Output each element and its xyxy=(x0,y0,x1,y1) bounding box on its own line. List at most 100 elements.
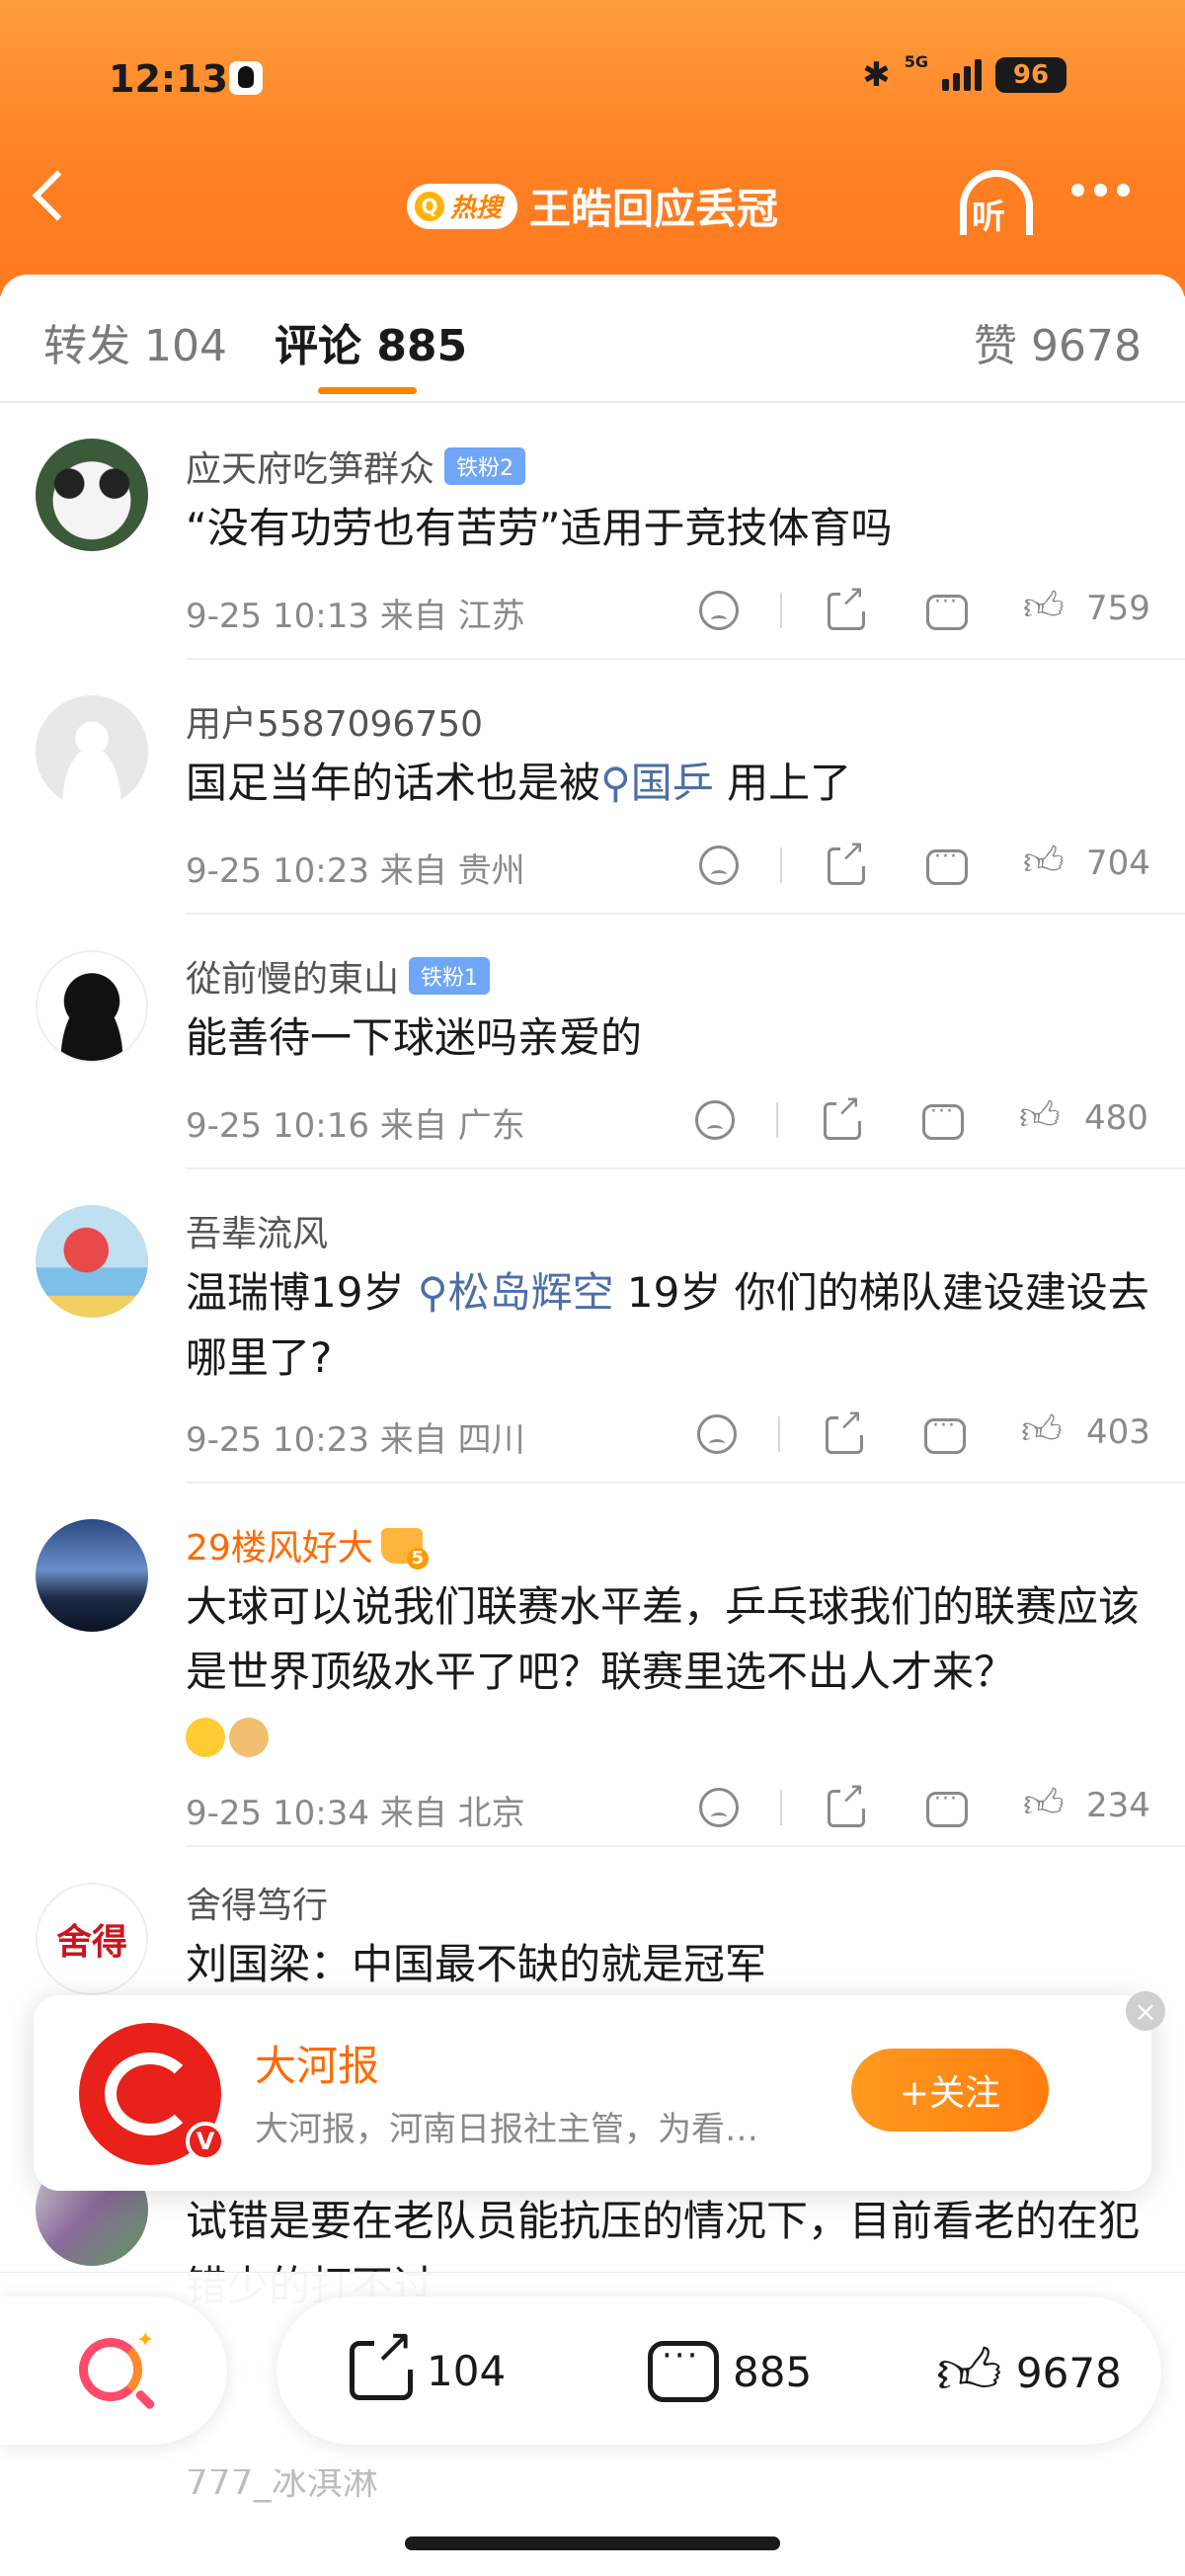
tab-bar: 转发 104 评论 885 赞 9678 xyxy=(0,275,1185,403)
like-button[interactable]: 👍︎ 9678 xyxy=(936,2341,1122,2404)
reply-icon[interactable] xyxy=(926,845,968,885)
fan-badge: 铁粉2 xyxy=(444,447,526,485)
comment-text: 国足当年的话术也是被⚲国乒 用上了 xyxy=(186,759,852,807)
comment-text: 能善待一下球迷吗亲爱的 xyxy=(186,1013,643,1062)
topic-link[interactable]: ⚲国乒 xyxy=(600,759,714,807)
tab-likes[interactable]: 赞 9678 xyxy=(974,310,1142,373)
comment-text: 刘国梁：中国最不缺的就是冠军 xyxy=(186,1940,767,1988)
tab-reposts[interactable]: 转发 104 xyxy=(43,310,227,373)
action-divider xyxy=(778,1416,780,1452)
follow-button[interactable]: +关注 xyxy=(851,2049,1049,2132)
close-icon[interactable]: × xyxy=(1126,1991,1165,2031)
dislike-icon[interactable] xyxy=(699,1788,739,1827)
active-tab-indicator xyxy=(318,387,417,394)
divider xyxy=(186,1482,1185,1484)
action-divider xyxy=(780,1790,782,1825)
like-count: 403 xyxy=(1086,1412,1150,1452)
like-icon[interactable]: 👍︎ xyxy=(1019,1096,1061,1136)
hot-search-icon: Q xyxy=(414,191,444,221)
dislike-icon[interactable] xyxy=(697,1414,737,1454)
comment-meta: 9-25 10:13 来自 江苏 xyxy=(186,597,525,636)
comment-text: 大球可以说我们联赛水平差，乒乓球我们的联赛应该是世界顶级水平了吧？联赛里选不出人… xyxy=(186,1574,1163,1770)
like-count: 234 xyxy=(1086,1786,1150,1825)
action-divider xyxy=(776,1102,778,1138)
like-count: 759 xyxy=(1086,589,1150,628)
comment-button[interactable]: 885 xyxy=(648,2336,812,2402)
divider xyxy=(186,658,1185,660)
share-icon[interactable] xyxy=(828,837,866,885)
comment-username[interactable]: 用户5587096750 xyxy=(186,695,483,747)
comment-meta: 9-25 10:23 来自 四川 xyxy=(186,1420,525,1460)
doge-emoji-icon xyxy=(229,1718,269,1757)
status-time: 12:13 xyxy=(109,57,228,101)
divider xyxy=(186,1167,1185,1169)
avatar[interactable] xyxy=(36,439,148,551)
laugh-cry-emoji-icon xyxy=(186,1718,225,1757)
comment-meta: 9-25 10:16 来自 广东 xyxy=(186,1106,525,1146)
avatar[interactable] xyxy=(36,1205,148,1318)
divider xyxy=(186,913,1185,915)
avatar[interactable] xyxy=(36,950,148,1063)
account-description: 大河报，河南日报社主管，为看… xyxy=(255,2110,758,2149)
search-button[interactable]: ✦ xyxy=(0,2296,227,2445)
bottom-action-bar: ✦ 104 885 👍︎ 9678 xyxy=(0,2272,1185,2469)
bluetooth-icon: ✱ xyxy=(862,55,891,95)
share-icon xyxy=(350,2322,415,2400)
listen-icon[interactable]: 听 xyxy=(956,168,1037,237)
avatar[interactable] xyxy=(36,695,148,808)
share-icon[interactable] xyxy=(828,1779,866,1827)
more-icon[interactable] xyxy=(1071,184,1130,197)
account-logo[interactable]: V xyxy=(79,2023,225,2165)
hot-search-badge[interactable]: Q 热搜 xyxy=(406,183,517,229)
reply-icon[interactable] xyxy=(926,590,968,630)
dislike-icon[interactable] xyxy=(695,1100,735,1140)
search-icon xyxy=(79,2338,142,2401)
account-name[interactable]: 大河报 xyxy=(255,2033,379,2093)
action-divider xyxy=(780,847,782,883)
reply-icon[interactable] xyxy=(924,1413,966,1454)
share-icon[interactable] xyxy=(824,1091,862,1140)
reply-icon[interactable] xyxy=(922,1099,964,1140)
dislike-icon[interactable] xyxy=(699,845,739,885)
like-icon[interactable]: 👍︎ xyxy=(1023,587,1065,626)
like-icon[interactable]: 👍︎ xyxy=(1021,1410,1063,1450)
like-icon[interactable]: 👍︎ xyxy=(1023,1784,1065,1823)
topic-link[interactable]: ⚲松岛辉空 xyxy=(418,1268,614,1317)
repost-button[interactable]: 104 xyxy=(350,2322,506,2400)
like-icon: 👍︎ xyxy=(936,2336,1002,2409)
comment-username[interactable]: 從前慢的東山 铁粉1 xyxy=(186,950,491,1002)
app-header: 12:13 ✱ 5G 96 Q 热搜 王皓回应丢冠 听 xyxy=(0,0,1185,296)
status-icons: ✱ 5G 96 xyxy=(862,51,1066,95)
divider xyxy=(186,1845,1185,1847)
qq-notification-icon xyxy=(229,61,263,95)
tab-comments[interactable]: 评论 885 xyxy=(275,310,467,373)
like-count: 704 xyxy=(1086,844,1150,883)
comment-username[interactable]: 吾辈流风 xyxy=(186,1205,328,1256)
comment-icon xyxy=(648,2336,719,2402)
dislike-icon[interactable] xyxy=(699,591,739,630)
action-divider xyxy=(780,593,782,628)
comment-text: 温瑞博19岁 ⚲松岛辉空 19岁 你们的梯队建设建设去哪里了? xyxy=(186,1268,1149,1382)
share-icon[interactable] xyxy=(826,1406,864,1454)
home-indicator[interactable] xyxy=(405,2536,780,2550)
like-count: 480 xyxy=(1084,1098,1148,1138)
comment-username[interactable]: 舍得笃行 xyxy=(186,1877,328,1928)
action-pill: 104 885 👍︎ 9678 xyxy=(276,2296,1161,2445)
member-crown-icon xyxy=(380,1528,429,1570)
verified-icon: V xyxy=(186,2122,225,2161)
comment-meta: 9-25 10:34 来自 北京 xyxy=(186,1794,525,1833)
comment-text: “没有功劳也有苦劳”适用于竞技体育吗 xyxy=(186,504,893,552)
comment-username[interactable]: 29楼风好大 xyxy=(186,1519,429,1570)
avatar[interactable] xyxy=(36,1519,148,1632)
fan-badge: 铁粉1 xyxy=(409,957,491,995)
page-title: 王皓回应丢冠 xyxy=(529,185,779,233)
share-icon[interactable] xyxy=(828,582,866,630)
network-type: 5G xyxy=(904,51,928,71)
comment-username[interactable]: 应天府吃笋群众 铁粉2 xyxy=(186,441,526,492)
battery-icon: 96 xyxy=(995,57,1066,93)
reply-icon[interactable] xyxy=(926,1787,968,1827)
avatar[interactable]: 舍得 xyxy=(36,1883,148,1995)
signal-icon xyxy=(942,59,982,91)
like-icon[interactable]: 👍︎ xyxy=(1023,842,1065,881)
comment-meta: 9-25 10:23 来自 贵州 xyxy=(186,851,525,891)
